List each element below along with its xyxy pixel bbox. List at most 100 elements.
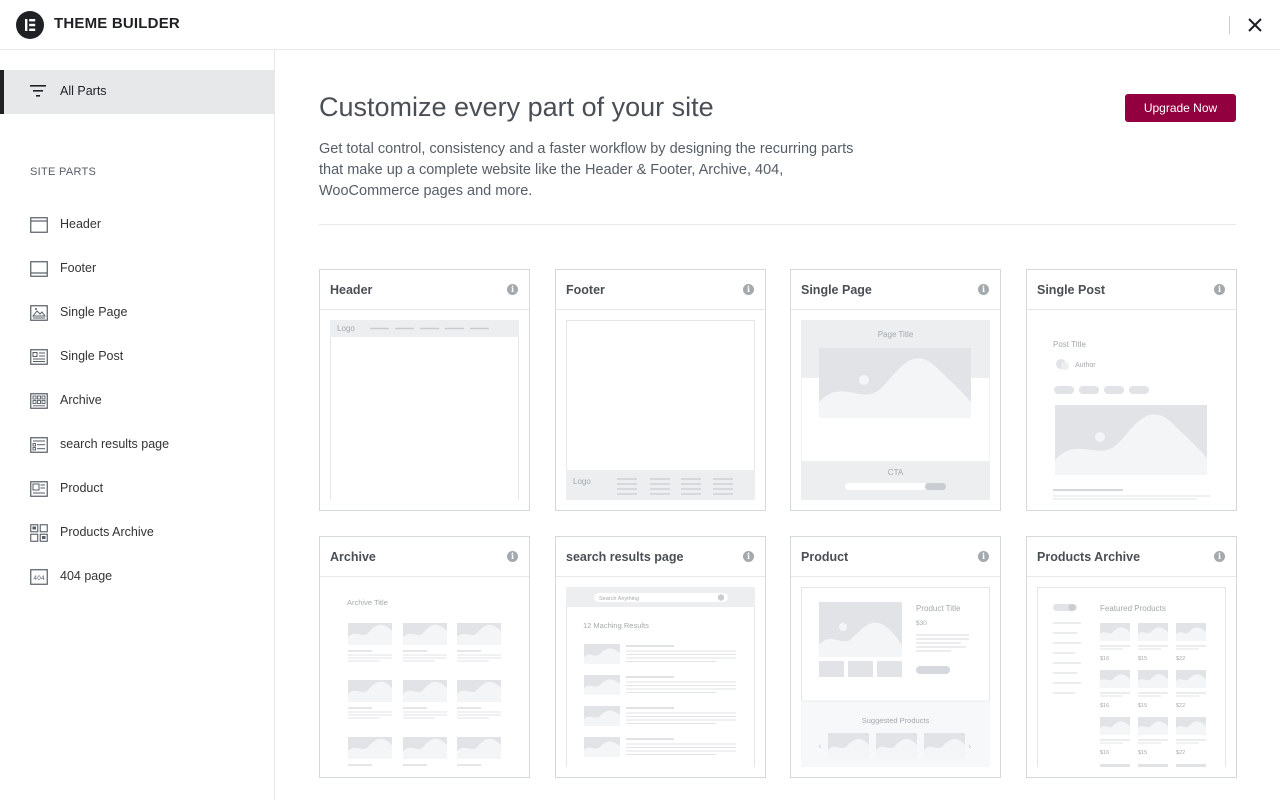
sidebar: All Parts SITE PARTS Header Footer Singl…	[0, 50, 275, 800]
footer-icon	[30, 261, 48, 277]
sidebar-item-search-results[interactable]: search results page	[0, 425, 274, 465]
card-head: Single Page i	[791, 270, 1000, 310]
single-post-icon	[30, 349, 48, 365]
thumb-results-count-text: 12 Maching Results	[583, 621, 649, 630]
svg-text:404: 404	[33, 575, 45, 582]
svg-text:‹: ‹	[818, 742, 822, 752]
thumb-price-text: $16	[1100, 750, 1109, 756]
thumb-post-title-text: Post Title	[1053, 340, 1086, 349]
card-head: Product i	[791, 537, 1000, 577]
sidebar-item-label: 404 page	[60, 569, 113, 583]
card-head: search results page i	[556, 537, 765, 577]
filter-icon	[30, 85, 46, 97]
sidebar-item-label: Products Archive	[60, 525, 154, 539]
card-search-results-page[interactable]: search results page i Search Anything 12…	[555, 536, 766, 778]
info-icon[interactable]: i	[978, 284, 989, 295]
sidebar-item-single-page[interactable]: Single Page	[0, 293, 274, 333]
page-description: Get total control, consistency and a fas…	[319, 141, 854, 199]
card-title: Single Post	[1037, 283, 1106, 297]
main-content: Customize every part of your site Get to…	[275, 50, 1280, 800]
thumb-cta-text: CTA	[888, 468, 904, 477]
card-product[interactable]: Product i Product Title $30 Suggested Pr…	[790, 536, 1001, 778]
products-archive-thumbnail: Featured Products $16 $15 $22 $16 $15 $2…	[1037, 587, 1226, 767]
footer-thumbnail: Logo	[566, 320, 755, 500]
page-title: Customize every part of your site	[319, 92, 714, 122]
card-single-page[interactable]: Single Page i Page Title CTA	[790, 269, 1001, 511]
thumb-price-text: $15	[1138, 703, 1147, 709]
card-title: Single Page	[801, 283, 872, 297]
section-label-site-parts: SITE PARTS	[30, 166, 97, 178]
info-icon[interactable]: i	[743, 284, 754, 295]
card-head: Products Archive i	[1027, 537, 1236, 577]
thumb-search-placeholder-text: Search Anything	[599, 596, 639, 602]
sidebar-item-products-archive[interactable]: Products Archive	[0, 513, 274, 553]
header-thumbnail: Logo	[330, 320, 519, 500]
thumb-logo-text: Logo	[573, 477, 591, 486]
archive-thumbnail: Archive Title	[330, 587, 519, 767]
archive-icon	[30, 393, 48, 409]
card-head: Footer i	[556, 270, 765, 310]
card-title: Product	[801, 550, 849, 564]
sidebar-item-label: All Parts	[60, 84, 107, 98]
search-results-icon	[30, 437, 48, 453]
thumb-archive-title-text: Archive Title	[347, 598, 388, 607]
thumb-featured-products-text: Featured Products	[1100, 604, 1166, 613]
sidebar-item-product[interactable]: Product	[0, 469, 274, 509]
card-header[interactable]: Header i Logo	[319, 269, 530, 511]
thumb-price-text: $15	[1138, 656, 1147, 662]
sidebar-item-label: Header	[60, 217, 101, 231]
card-products-archive[interactable]: Products Archive i Featured Products $16…	[1026, 536, 1237, 778]
sidebar-item-single-post[interactable]: Single Post	[0, 337, 274, 377]
card-title: search results page	[566, 550, 684, 564]
sidebar-item-all-parts[interactable]: All Parts	[0, 70, 274, 114]
card-archive[interactable]: Archive i Archive Title	[319, 536, 530, 778]
sidebar-item-label: search results page	[60, 437, 170, 451]
products-archive-icon	[30, 524, 48, 542]
single-page-icon	[30, 305, 48, 321]
sidebar-item-label: Single Page	[60, 305, 128, 319]
single-post-thumbnail: Post Title Author	[1037, 320, 1226, 500]
product-thumbnail: Product Title $30 Suggested Products ‹ ›	[801, 587, 990, 767]
app-title: THEME BUILDER	[54, 15, 180, 32]
divider	[319, 224, 1236, 225]
info-icon[interactable]: i	[1214, 551, 1225, 562]
sidebar-item-label: Footer	[60, 261, 97, 275]
card-title: Header	[330, 283, 373, 297]
product-icon	[30, 481, 48, 497]
thumb-page-title-text: Page Title	[878, 330, 914, 339]
thumb-price-text: $22	[1176, 656, 1185, 662]
header-icon	[30, 217, 48, 233]
sidebar-item-label: Single Post	[60, 349, 124, 363]
info-icon[interactable]: i	[507, 284, 518, 295]
info-icon[interactable]: i	[743, 551, 754, 562]
top-bar: THEME BUILDER	[0, 0, 1280, 50]
sidebar-item-archive[interactable]: Archive	[0, 381, 274, 421]
thumb-price-text: $16	[1100, 703, 1109, 709]
card-head: Header i	[320, 270, 529, 310]
sidebar-item-footer[interactable]: Footer	[0, 249, 274, 289]
card-title: Archive	[330, 550, 376, 564]
card-head: Archive i	[320, 537, 529, 577]
info-icon[interactable]: i	[978, 551, 989, 562]
info-icon[interactable]: i	[507, 551, 518, 562]
sidebar-item-header[interactable]: Header	[0, 205, 274, 245]
thumb-price-text: $16	[1100, 656, 1109, 662]
close-button[interactable]	[1244, 14, 1266, 36]
sidebar-item-404-page[interactable]: 404 404 page	[0, 557, 274, 597]
thumb-logo-text: Logo	[337, 324, 355, 333]
info-icon[interactable]: i	[1214, 284, 1225, 295]
card-title: Footer	[566, 283, 605, 297]
card-single-post[interactable]: Single Post i Post Title Author	[1026, 269, 1237, 511]
close-icon	[1248, 18, 1262, 32]
thumb-author-text: Author	[1075, 362, 1096, 369]
elementor-logo-icon	[16, 11, 44, 39]
card-footer[interactable]: Footer i Logo	[555, 269, 766, 511]
card-head: Single Post i	[1027, 270, 1236, 310]
thumb-suggested-products-text: Suggested Products	[862, 716, 930, 725]
thumb-product-price-text: $30	[916, 620, 927, 627]
upgrade-now-button[interactable]: Upgrade Now	[1125, 94, 1236, 122]
single-page-thumbnail: Page Title CTA	[801, 320, 990, 500]
sidebar-item-label: Archive	[60, 393, 102, 407]
sidebar-item-label: Product	[60, 481, 104, 495]
card-title: Products Archive	[1037, 550, 1141, 564]
